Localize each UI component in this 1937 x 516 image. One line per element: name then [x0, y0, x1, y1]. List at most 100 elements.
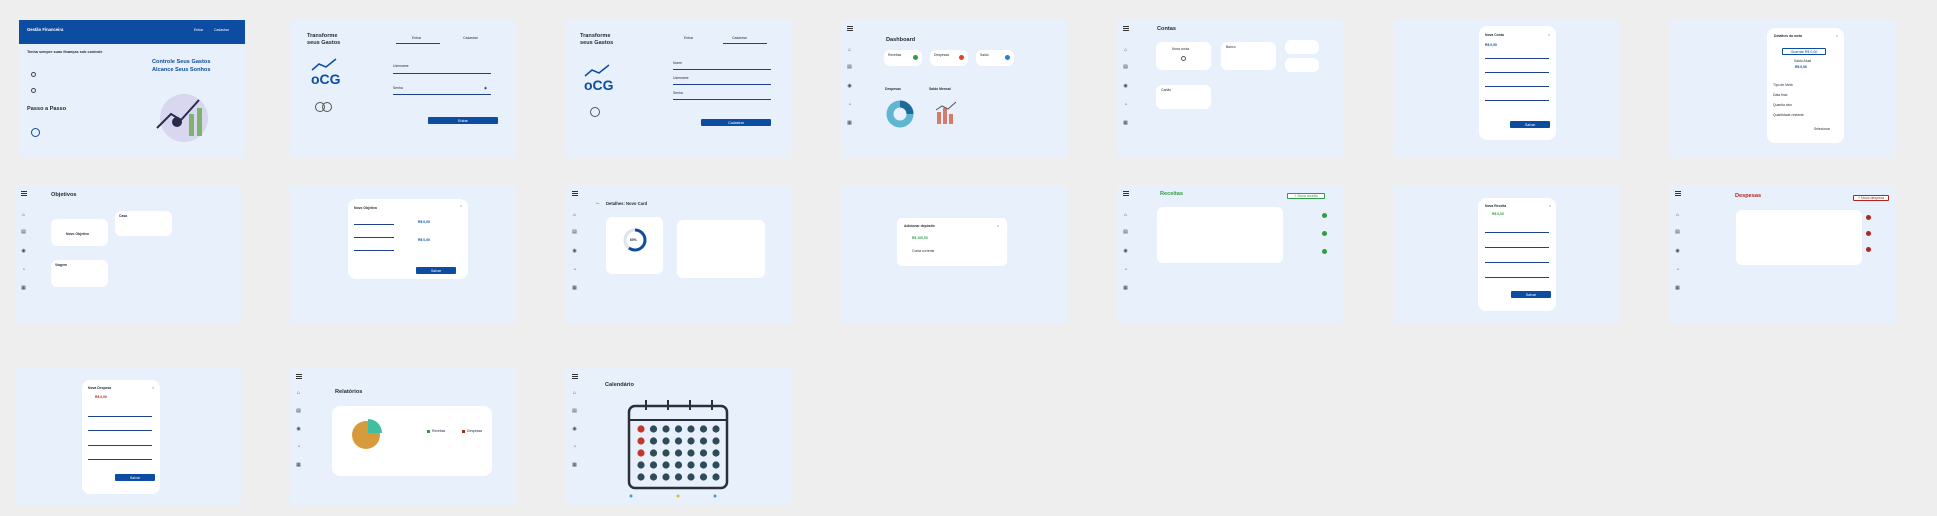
accounts-icon[interactable]: ▤ [295, 408, 302, 414]
account-field[interactable] [1485, 277, 1549, 278]
name-field[interactable] [1485, 58, 1549, 59]
reports-icon[interactable]: ◔ [571, 267, 578, 273]
frame-goals: ⌂ ▤ ◉ ◔ ▦ Objetivos Novo Objetivo Viagem… [15, 185, 241, 323]
expense-status-icon-2 [1866, 231, 1871, 236]
date-field[interactable] [88, 445, 152, 446]
save-button[interactable]: Salvar [1510, 121, 1550, 128]
tab-enter[interactable]: Entrar [412, 36, 421, 40]
goals-icon[interactable]: ◉ [1122, 248, 1129, 254]
goals-icon[interactable]: ◉ [1122, 83, 1129, 89]
reports-icon[interactable]: ◔ [846, 102, 853, 108]
reports-icon[interactable]: ◔ [1674, 267, 1681, 273]
legend-expense: Despesas [467, 429, 483, 433]
add-icon[interactable] [1181, 56, 1186, 61]
calendar-icon[interactable]: ▦ [295, 462, 302, 468]
add-income-button[interactable]: + Nova receita [1287, 193, 1325, 199]
calendar-icon[interactable]: ▦ [20, 285, 27, 291]
account-field[interactable] [88, 459, 152, 460]
goals-icon[interactable]: ◉ [1674, 248, 1681, 254]
goal-name-field[interactable] [354, 224, 394, 225]
back-arrow-icon[interactable]: ← [595, 200, 601, 207]
calendar-icon[interactable]: ▦ [1122, 285, 1129, 291]
home-icon[interactable]: ⌂ [1122, 212, 1129, 218]
menu-icon[interactable] [572, 374, 578, 379]
description-field[interactable] [88, 416, 152, 417]
close-icon[interactable]: × [460, 203, 462, 208]
date-field[interactable] [1485, 262, 1549, 263]
tab-enter[interactable]: Entrar [684, 36, 693, 40]
calendar-icon[interactable]: ▦ [571, 285, 578, 291]
menu-icon[interactable] [296, 374, 302, 379]
home-icon[interactable]: ⌂ [1122, 47, 1129, 53]
select-link[interactable]: Selecionar [1814, 127, 1830, 131]
card-info-card [677, 220, 765, 278]
frame-new-goal-modal: Novo Objetivo × R$ 0,00 R$ 0,00 Salvar [290, 185, 516, 323]
login-submit-button[interactable]: Entrar [428, 117, 498, 124]
home-icon[interactable]: ⌂ [846, 47, 853, 53]
legend-income-swatch [427, 430, 430, 433]
eye-icon[interactable]: ◉ [484, 86, 487, 90]
save-button[interactable]: Salvar [115, 474, 155, 481]
goals-icon[interactable]: ◉ [846, 83, 853, 89]
add-expense-button[interactable]: + Nova despesa [1853, 195, 1889, 201]
save-amount-button[interactable]: Guardar R$ 0,00 [1782, 48, 1826, 55]
accounts-icon[interactable]: ▤ [571, 229, 578, 235]
accounts-icon[interactable]: ▤ [1122, 64, 1129, 70]
username-field[interactable] [673, 84, 771, 85]
menu-icon[interactable] [572, 191, 578, 196]
menu-icon[interactable] [847, 26, 853, 31]
menu-icon[interactable] [1123, 191, 1129, 196]
tab-register[interactable]: Cadastrar [463, 36, 478, 40]
close-icon[interactable]: × [152, 385, 154, 390]
goals-icon[interactable]: ◉ [571, 248, 578, 254]
register-submit-button[interactable]: Cadastrar [701, 119, 771, 126]
close-icon[interactable]: × [997, 223, 999, 228]
calendar-icon[interactable]: ▦ [1674, 285, 1681, 291]
accounts-icon[interactable]: ▤ [1122, 229, 1129, 235]
save-button[interactable]: Salvar [416, 267, 456, 274]
home-icon[interactable]: ⌂ [295, 390, 302, 396]
username-field[interactable] [393, 73, 491, 74]
accounts-icon[interactable]: ▤ [571, 408, 578, 414]
category-field[interactable] [88, 430, 152, 431]
close-icon[interactable]: × [1548, 32, 1550, 37]
reports-icon[interactable]: ◔ [295, 444, 302, 450]
goals-icon[interactable]: ◉ [20, 248, 27, 254]
home-icon[interactable]: ⌂ [571, 390, 578, 396]
nav-enter-link[interactable]: Entrar [194, 28, 203, 32]
reports-icon[interactable]: ◔ [20, 267, 27, 273]
reports-icon[interactable]: ◔ [1122, 267, 1129, 273]
accounts-title: Contas [1157, 26, 1176, 32]
tab-register[interactable]: Cadastrar [732, 36, 747, 40]
accounts-icon[interactable]: ▤ [846, 64, 853, 70]
menu-icon[interactable] [1123, 26, 1129, 31]
reports-icon[interactable]: ◔ [1122, 102, 1129, 108]
close-icon[interactable]: × [1836, 33, 1838, 38]
accounts-icon[interactable]: ▤ [1674, 229, 1681, 235]
bank-field[interactable] [1485, 86, 1549, 87]
calendar-icon[interactable]: ▦ [846, 120, 853, 126]
calendar-icon[interactable]: ▦ [1122, 120, 1129, 126]
goals-icon[interactable]: ◉ [295, 426, 302, 432]
menu-icon[interactable] [1675, 191, 1681, 196]
balance-field[interactable] [1485, 100, 1549, 101]
calendar-icon[interactable]: ▦ [571, 462, 578, 468]
menu-icon[interactable] [21, 191, 27, 196]
goal-type-field[interactable] [354, 237, 394, 238]
close-icon[interactable]: × [1549, 203, 1551, 208]
nav-register-link[interactable]: Cadastrar [214, 28, 229, 32]
goals-icon[interactable]: ◉ [571, 426, 578, 432]
password-field[interactable] [393, 94, 491, 95]
password-field[interactable] [673, 99, 771, 100]
goal-date-field[interactable] [354, 250, 394, 251]
save-button[interactable]: Salvar [1511, 291, 1551, 298]
description-field[interactable] [1485, 232, 1549, 233]
home-icon[interactable]: ⌂ [1674, 212, 1681, 218]
accounts-icon[interactable]: ▤ [20, 229, 27, 235]
home-icon[interactable]: ⌂ [571, 212, 578, 218]
home-icon[interactable]: ⌂ [20, 212, 27, 218]
reports-icon[interactable]: ◔ [571, 444, 578, 450]
type-field[interactable] [1485, 72, 1549, 73]
name-field[interactable] [673, 69, 771, 70]
category-field[interactable] [1485, 247, 1549, 248]
